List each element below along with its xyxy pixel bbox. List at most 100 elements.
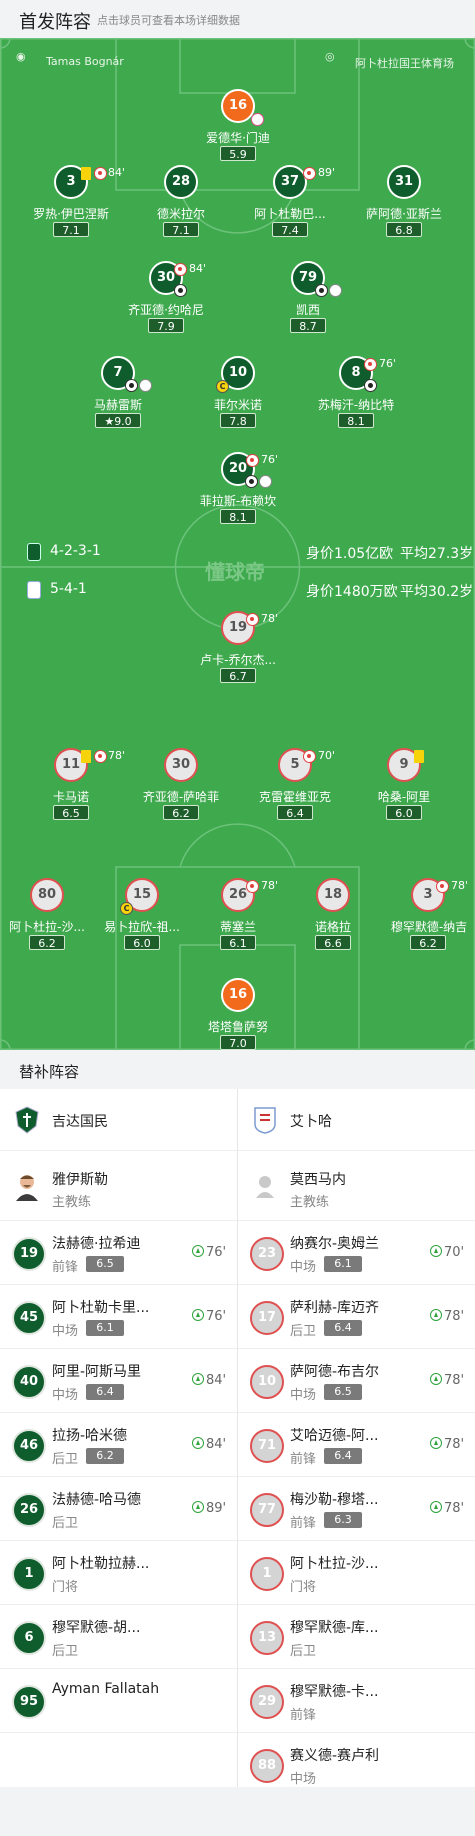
home-player-card[interactable]: 20 76' 菲拉斯-布赖坎 8.1	[173, 452, 303, 532]
away-player-card[interactable]: 9 哈桑-阿里 6.0	[339, 748, 469, 828]
player-name: 菲尔米诺	[213, 398, 262, 412]
player-name: 穆罕默德-纳吉	[390, 920, 468, 934]
home-player-card[interactable]: 37 89' 阿卜杜勒巴... 7.4	[225, 165, 355, 245]
sub-in-icon	[430, 1373, 442, 1385]
yellow-card-icon	[81, 167, 91, 180]
player-rating: 7.0	[220, 1035, 256, 1050]
away-player-card[interactable]: 16 塔塔鲁萨努 7.0	[173, 978, 303, 1050]
sub-row[interactable]: 6 穆罕默德-胡... 后卫	[0, 1605, 237, 1669]
sub-name: 萨阿德-布吉尔	[290, 1364, 380, 1380]
sub-row[interactable]: 29 穆罕默德-卡... 前锋	[238, 1669, 475, 1733]
home-team-header[interactable]: 吉达国民	[0, 1089, 237, 1151]
player-rating: 5.9	[220, 146, 256, 161]
sub-in-minute-value: 89'	[206, 1501, 227, 1516]
player-number: 37	[273, 165, 307, 199]
player-rating: 6.7	[220, 668, 256, 683]
sub-row[interactable]: 45 阿卜杜勒卡里... 中场 6.1 76'	[0, 1285, 237, 1349]
sub-minute: 70'	[318, 749, 336, 762]
player-number: 28	[164, 165, 198, 199]
player-name: 卢卡-乔尔杰...	[200, 653, 276, 667]
sub-minute: 78'	[451, 879, 469, 892]
player-name: 阿卜杜拉-沙...	[9, 920, 85, 934]
sub-number: 19	[12, 1237, 46, 1271]
coach-name: 雅伊斯勒	[52, 1172, 108, 1188]
sub-in-minute: 89'	[192, 1501, 226, 1516]
sub-minute: 78'	[261, 612, 279, 625]
home-player-card[interactable]: 79 凯西 8.7	[243, 261, 373, 341]
away-team-name: 艾卜哈	[290, 1114, 332, 1130]
sub-rating: 6.4	[324, 1448, 362, 1464]
sub-row[interactable]: 26 法赫德-哈马德 后卫 89'	[0, 1477, 237, 1541]
home-player-card[interactable]: 7 马赫雷斯 ★9.0	[53, 356, 183, 436]
home-player-card[interactable]: 10 C 菲尔米诺 7.8	[173, 356, 303, 436]
home-player-card[interactable]: 8 76' 苏梅汗-纳比特 8.1	[291, 356, 421, 436]
coach-avatar	[16, 1175, 38, 1201]
sub-in-minute: 78'	[430, 1309, 464, 1324]
sub-row[interactable]: 71 艾哈迈德-阿... 前锋 6.4 78'	[238, 1413, 475, 1477]
away-player-card[interactable]: 19 78' 卢卡-乔尔杰... 6.7	[173, 611, 303, 691]
sub-number: 13	[250, 1621, 284, 1655]
sub-name: 穆罕默德-卡...	[290, 1684, 379, 1700]
sub-rating: 6.2	[86, 1448, 124, 1464]
away-team-header[interactable]: 艾卜哈	[238, 1089, 475, 1151]
player-name: 齐亚德·约哈尼	[128, 303, 204, 317]
sub-in-icon	[192, 1245, 204, 1257]
sub-row[interactable]: 95 Ayman Fallatah	[0, 1669, 237, 1733]
sub-in-minute: 78'	[430, 1501, 464, 1516]
player-rating: 8.7	[290, 318, 326, 333]
sub-row[interactable]: 19 法赫德·拉希迪 前锋 6.5 76'	[0, 1221, 237, 1285]
away-value: 身价1480万欧	[306, 584, 398, 600]
sub-position: 后卫	[52, 1516, 79, 1531]
player-rating: 6.0	[124, 935, 160, 950]
player-rating: 7.1	[53, 222, 89, 237]
away-player-card[interactable]: 3 78' 穆罕默德-纳吉 6.2	[363, 878, 475, 958]
home-value: 身价1.05亿欧	[306, 546, 394, 562]
sub-row[interactable]: 17 萨利赫-库迈齐 后卫 6.4 78'	[238, 1285, 475, 1349]
away-subs-column: 艾卜哈 莫西马内 主教练 23 纳赛尔-奥姆兰 中场 6.1 70' 17 萨利…	[238, 1089, 475, 1787]
home-player-card[interactable]: 31 萨阿德·亚斯兰 6.8	[339, 165, 469, 245]
goal-icon	[125, 379, 138, 392]
sub-row[interactable]: 1 阿卜杜勒拉赫... 门将	[0, 1541, 237, 1605]
whistle-icon: ◉	[16, 50, 26, 63]
goal-icon	[174, 284, 187, 297]
player-rating: 6.5	[53, 805, 89, 820]
sub-position: 后卫	[290, 1324, 317, 1339]
player-rating: 6.1	[220, 935, 256, 950]
sub-off-icon	[94, 750, 107, 763]
sub-position: 中场	[52, 1324, 79, 1339]
away-coach[interactable]: 莫西马内 主教练	[238, 1151, 475, 1221]
sub-row[interactable]: 23 纳赛尔-奥姆兰 中场 6.1 70'	[238, 1221, 475, 1285]
sub-rating: 6.3	[324, 1512, 362, 1528]
player-name: 阿卜杜勒巴...	[254, 207, 326, 221]
sub-name: 梅沙勒-穆塔...	[290, 1492, 379, 1508]
home-player-card[interactable]: 30 84' 齐亚德·约哈尼 7.9	[101, 261, 231, 341]
sub-name: 艾哈迈德-阿...	[290, 1428, 379, 1444]
sub-in-minute-value: 78'	[444, 1501, 465, 1516]
sub-off-icon	[246, 454, 259, 467]
sub-name: 阿里-阿斯马里	[52, 1364, 142, 1380]
sub-row[interactable]: 1 阿卜杜拉-沙... 门将	[238, 1541, 475, 1605]
player-rating: ★9.0	[95, 413, 141, 428]
sub-position: 前锋	[290, 1452, 317, 1467]
away-avg-age: 平均30.2岁	[400, 584, 474, 600]
sub-in-minute-value: 70'	[444, 1245, 465, 1260]
sub-row[interactable]: 10 萨阿德-布吉尔 中场 6.5 78'	[238, 1349, 475, 1413]
player-rating: 6.2	[410, 935, 446, 950]
away-formation: 5-4-1	[50, 581, 87, 597]
sub-number: 17	[250, 1301, 284, 1335]
sub-minute: 76'	[379, 357, 397, 370]
sub-row[interactable]: 77 梅沙勒-穆塔... 前锋 6.3 78'	[238, 1477, 475, 1541]
sub-row[interactable]: 40 阿里-阿斯马里 中场 6.4 84'	[0, 1349, 237, 1413]
sub-in-icon	[192, 1373, 204, 1385]
away-player-card[interactable]: 30 齐亚德-萨哈菲 6.2	[116, 748, 246, 828]
sub-in-minute: 70'	[430, 1245, 464, 1260]
sub-row[interactable]: 46 拉扬-哈米德 后卫 6.2 84'	[0, 1413, 237, 1477]
sub-row[interactable]: 13 穆罕默德-库... 后卫	[238, 1605, 475, 1669]
player-name: 齐亚德-萨哈菲	[142, 790, 220, 804]
sub-row[interactable]: 88 赛义德-赛卢利 中场	[238, 1733, 475, 1797]
sub-in-icon	[430, 1245, 442, 1257]
home-player-card[interactable]: 16 爱德华·门迪 5.9	[173, 89, 303, 169]
sub-position: 前锋	[52, 1260, 79, 1275]
home-coach[interactable]: 雅伊斯勒 主教练	[0, 1151, 237, 1221]
player-name: 菲拉斯-布赖坎	[199, 494, 277, 508]
